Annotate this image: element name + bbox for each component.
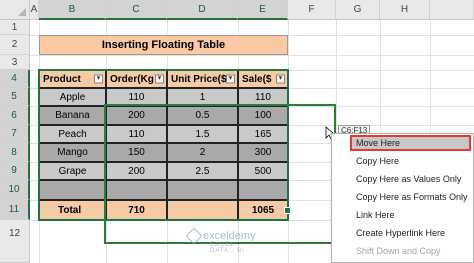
menu-item-link-here[interactable]: Link Here [332, 206, 473, 224]
exceldemy-logo-icon [185, 227, 203, 245]
filter-dropdown-icon[interactable]: ▾ [94, 74, 103, 84]
row-header-3[interactable]: 3 [0, 55, 30, 70]
menu-item-copy-here[interactable]: Copy Here [332, 152, 473, 170]
table-cell[interactable]: 110 [106, 125, 167, 143]
table-cell[interactable]: 110 [238, 88, 288, 106]
filter-dropdown-icon[interactable]: ▾ [276, 74, 285, 84]
table-cell-empty[interactable] [106, 180, 167, 200]
column-header-b[interactable]: B [39, 0, 106, 20]
table-cell[interactable]: 300 [238, 143, 288, 162]
drag-context-menu: Move Here Copy Here Copy Here as Values … [331, 133, 474, 263]
row-header-1[interactable]: 1 [0, 20, 30, 35]
sheet-title[interactable]: Inserting Floating Table [39, 35, 288, 55]
total-unit-price[interactable] [167, 200, 238, 220]
header-label: Product [43, 73, 81, 85]
header-label: Sale($ [242, 73, 272, 85]
row-header-4[interactable]: 4 [0, 70, 30, 88]
menu-item-shift-down-copy: Shift Down and Copy [356, 246, 441, 256]
column-header-e[interactable]: E [238, 0, 288, 20]
table-cell[interactable]: 1 [167, 88, 238, 106]
table-cell-empty[interactable] [39, 180, 106, 200]
table-header-product[interactable]: Product ▾ [39, 70, 106, 88]
table-header-unit-price[interactable]: Unit Price($ ▾ [167, 70, 238, 88]
gridline [30, 55, 474, 56]
watermark: exceldemy EXCEL · DATA · BI [185, 227, 256, 254]
total-sale[interactable]: 1065 [238, 200, 288, 220]
table-cell[interactable]: Apple [39, 88, 106, 106]
watermark-name: exceldemy [203, 230, 256, 242]
column-header-c[interactable]: C [106, 0, 167, 20]
filter-dropdown-icon[interactable]: ▾ [226, 74, 235, 84]
row-header-11[interactable]: 11 [0, 200, 30, 220]
row-header-5[interactable]: 5 [0, 88, 30, 106]
table-cell[interactable]: Peach [39, 125, 106, 143]
column-header-a[interactable]: A [30, 0, 39, 20]
table-cell[interactable]: 200 [106, 106, 167, 125]
row-header-2[interactable]: 2 [0, 35, 30, 55]
column-header-d[interactable]: D [167, 0, 238, 20]
menu-item-move-here[interactable]: Move Here [332, 134, 473, 152]
gridline [288, 20, 289, 263]
total-order[interactable]: 710 [106, 200, 167, 220]
table-cell[interactable]: Mango [39, 143, 106, 162]
table-cell[interactable]: 2.5 [167, 162, 238, 180]
table-cell[interactable]: Banana [39, 106, 106, 125]
table-cell[interactable]: 110 [106, 88, 167, 106]
table-cell[interactable]: Grape [39, 162, 106, 180]
table-cell[interactable]: 0.5 [167, 106, 238, 125]
menu-item-create-hyperlink[interactable]: Create Hyperlink Here [332, 224, 473, 242]
table-header-order[interactable]: Order(Kg ▾ [106, 70, 167, 88]
total-label[interactable]: Total [39, 200, 106, 220]
column-header-i[interactable] [430, 0, 474, 20]
table-header-sale[interactable]: Sale($ ▾ [238, 70, 288, 88]
column-header-h[interactable]: H [380, 0, 430, 20]
column-header-f[interactable]: F [288, 0, 336, 20]
table-cell[interactable]: 2 [167, 143, 238, 162]
row-header-10[interactable]: 10 [0, 180, 30, 200]
header-label: Order(Kg [110, 73, 154, 85]
select-all-corner[interactable] [0, 0, 30, 20]
table-cell[interactable]: 150 [106, 143, 167, 162]
row-header-7[interactable]: 7 [0, 125, 30, 143]
table-cell[interactable]: 1.5 [167, 125, 238, 143]
row-header-8[interactable]: 8 [0, 143, 30, 162]
menu-item-copy-values-only[interactable]: Copy Here as Values Only [332, 170, 473, 188]
table-cell[interactable]: 165 [238, 125, 288, 143]
table-cell-empty[interactable] [238, 180, 288, 200]
watermark-tagline: EXCEL · DATA · BI [210, 242, 245, 254]
table-cell[interactable]: 500 [238, 162, 288, 180]
table-cell-empty[interactable] [167, 180, 238, 200]
table-cell[interactable]: 100 [238, 106, 288, 125]
fill-handle[interactable] [284, 207, 291, 214]
header-label: Unit Price($ [171, 73, 227, 85]
column-header-g[interactable]: G [336, 0, 380, 20]
row-header-12[interactable]: 12 [0, 220, 30, 263]
menu-item-copy-formats-only[interactable]: Copy Here as Formats Only [332, 188, 473, 206]
row-header-9[interactable]: 9 [0, 162, 30, 180]
row-header-6[interactable]: 6 [0, 106, 30, 125]
filter-dropdown-icon[interactable]: ▾ [155, 74, 164, 84]
table-cell[interactable]: 200 [106, 162, 167, 180]
